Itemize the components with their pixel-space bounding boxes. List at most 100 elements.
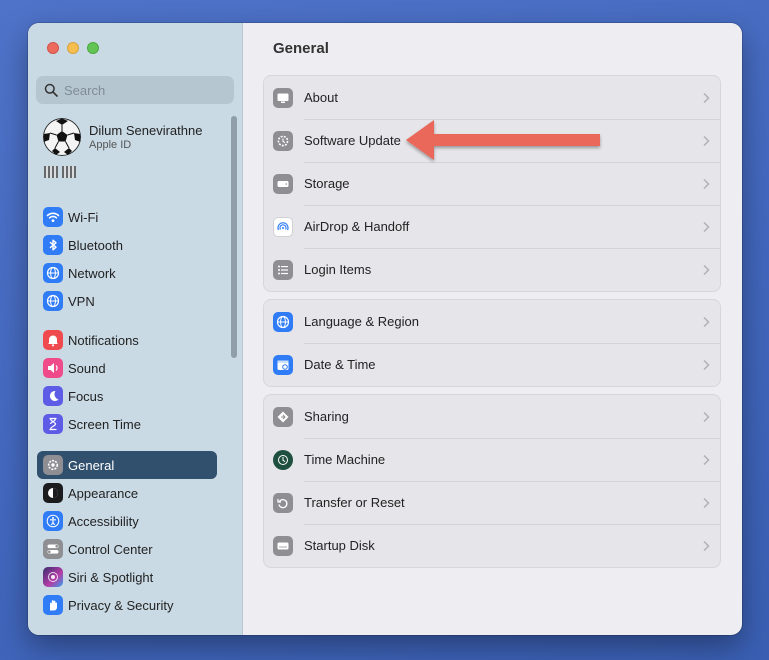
chevron-right-icon	[702, 135, 712, 147]
calendar-clock-icon	[273, 354, 293, 375]
sidebar-item-vpn[interactable]: VPN	[37, 287, 217, 315]
settings-pane: General About Software Update Storage Ai…	[243, 23, 742, 635]
row-label: Sharing	[304, 409, 349, 424]
account-name: Dilum Senevirathne	[89, 123, 203, 138]
sidebar-item-sound[interactable]: Sound	[37, 354, 217, 382]
sidebar-item-focus[interactable]: Focus	[37, 382, 217, 410]
time-machine-icon	[273, 449, 293, 470]
chevron-right-icon	[702, 178, 712, 190]
sidebar-item-privacy-security[interactable]: Privacy & Security	[37, 591, 217, 619]
search-input[interactable]	[64, 82, 224, 98]
sidebar-item-label: Control Center	[68, 541, 153, 557]
siri-icon	[43, 567, 63, 587]
sidebar-item-notifications[interactable]: Notifications	[37, 326, 217, 354]
window-controls	[47, 42, 99, 54]
family-row[interactable]	[44, 166, 76, 178]
bell-icon	[43, 330, 63, 350]
settings-group-locale: Language & Region Date & Time	[263, 299, 721, 387]
sidebar-item-wifi[interactable]: Wi-Fi	[37, 203, 217, 231]
page-title: General	[273, 40, 329, 57]
row-label: About	[304, 90, 338, 105]
sidebar-item-label: Wi-Fi	[68, 209, 99, 225]
annotation-arrow-icon	[406, 120, 600, 160]
speaker-icon	[43, 358, 63, 378]
sidebar-item-label: Screen Time	[68, 416, 141, 432]
row-airdrop-handoff[interactable]: AirDrop & Handoff	[264, 205, 720, 248]
sidebar-item-appearance[interactable]: Appearance	[37, 479, 217, 507]
sidebar-item-screen-time[interactable]: Screen Time	[37, 410, 217, 438]
sidebar-item-siri-spotlight[interactable]: Siri & Spotlight	[37, 563, 217, 591]
minimize-button[interactable]	[67, 42, 79, 54]
avatar	[43, 118, 81, 156]
settings-group-maintenance: Sharing Time Machine Transfer or Reset S…	[263, 394, 721, 568]
row-transfer-reset[interactable]: Transfer or Reset	[264, 481, 720, 524]
apple-id-account[interactable]: Dilum Senevirathne Apple ID	[43, 118, 202, 156]
hourglass-icon	[43, 414, 63, 434]
row-label: AirDrop & Handoff	[304, 219, 410, 234]
settings-group-system: About Software Update Storage AirDrop & …	[263, 75, 721, 292]
close-button[interactable]	[47, 42, 59, 54]
zoom-button[interactable]	[87, 42, 99, 54]
toggles-icon	[43, 539, 63, 559]
row-startup-disk[interactable]: Startup Disk	[264, 524, 720, 567]
family-icon	[44, 166, 58, 178]
sidebar-group-general: General Appearance Accessibility Control…	[37, 451, 217, 619]
sidebar-item-label: Notifications	[68, 332, 139, 348]
gear-update-icon	[273, 130, 293, 151]
sidebar-item-label: VPN	[68, 293, 95, 309]
sidebar-item-control-center[interactable]: Control Center	[37, 535, 217, 563]
moon-icon	[43, 386, 63, 406]
row-time-machine[interactable]: Time Machine	[264, 438, 720, 481]
sidebar-item-label: Appearance	[68, 485, 139, 501]
account-subtitle: Apple ID	[89, 139, 132, 151]
sidebar-item-bluetooth[interactable]: Bluetooth	[37, 231, 217, 259]
gear-icon	[43, 455, 63, 475]
sidebar-item-label: Privacy & Security	[68, 597, 174, 613]
appearance-icon	[43, 483, 63, 503]
row-label: Time Machine	[304, 452, 386, 467]
accessibility-icon	[43, 511, 63, 531]
chevron-right-icon	[702, 540, 712, 552]
row-storage[interactable]: Storage	[264, 162, 720, 205]
sidebar-item-general[interactable]: General	[37, 451, 217, 479]
sidebar-item-network[interactable]: Network	[37, 259, 217, 287]
chevron-right-icon	[702, 454, 712, 466]
chevron-right-icon	[702, 264, 712, 276]
chevron-right-icon	[702, 411, 712, 423]
display-icon	[273, 87, 293, 108]
row-label: Date & Time	[304, 357, 376, 372]
sidebar-scrollbar[interactable]	[231, 116, 237, 358]
sidebar-item-accessibility[interactable]: Accessibility	[37, 507, 217, 535]
chevron-right-icon	[702, 359, 712, 371]
airdrop-icon	[273, 216, 293, 237]
sidebar-item-label: Bluetooth	[68, 237, 123, 253]
system-settings-window: Dilum Senevirathne Apple ID Wi-Fi Blueto…	[28, 23, 742, 635]
hand-icon	[43, 595, 63, 615]
globe-icon	[43, 263, 63, 283]
sidebar-group-network: Wi-Fi Bluetooth Network VPN	[37, 203, 217, 315]
row-sharing[interactable]: Sharing	[264, 395, 720, 438]
row-label: Transfer or Reset	[304, 495, 405, 510]
disk-icon	[273, 535, 293, 556]
list-icon	[273, 259, 293, 280]
row-label: Storage	[304, 176, 350, 191]
search-field[interactable]	[36, 76, 234, 104]
search-icon	[44, 83, 58, 97]
row-login-items[interactable]: Login Items	[264, 248, 720, 291]
family-icon	[62, 166, 76, 178]
row-about[interactable]: About	[264, 76, 720, 119]
chevron-right-icon	[702, 221, 712, 233]
sharing-icon	[273, 406, 293, 427]
drive-icon	[273, 173, 293, 194]
chevron-right-icon	[702, 92, 712, 104]
globe-icon	[273, 311, 293, 332]
row-label: Login Items	[304, 262, 372, 277]
sidebar-item-label: Accessibility	[68, 513, 139, 529]
row-date-time[interactable]: Date & Time	[264, 343, 720, 386]
sidebar-item-label: Network	[68, 265, 116, 281]
sidebar-item-label: General	[68, 457, 115, 473]
row-language-region[interactable]: Language & Region	[264, 300, 720, 343]
soccer-ball-icon	[43, 118, 81, 156]
sidebar-item-label: Focus	[68, 388, 104, 404]
reset-icon	[273, 492, 293, 513]
